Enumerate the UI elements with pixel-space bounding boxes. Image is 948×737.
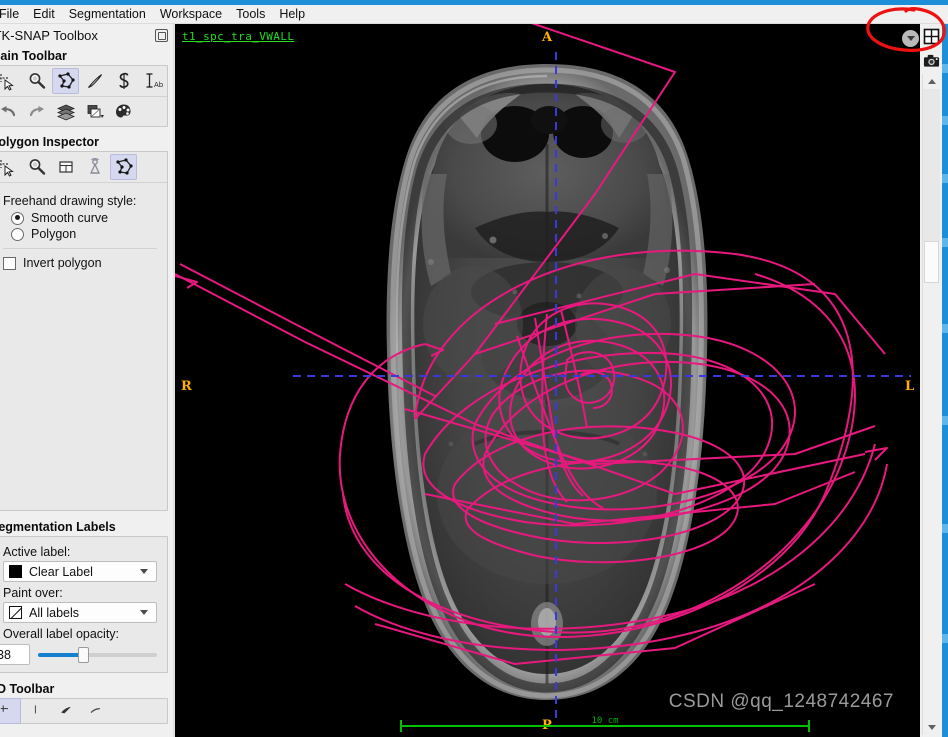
main-toolbar-title: Main Toolbar [0, 49, 67, 63]
label-editor-button[interactable] [110, 99, 137, 125]
viewport-menu-chevron-button[interactable] [902, 30, 919, 47]
float-window-icon[interactable] [155, 28, 168, 42]
opacity-caption: Overall label opacity: [3, 627, 120, 641]
active-label-caption: Active label: [3, 545, 71, 559]
menu-workspace[interactable]: Workspace [153, 5, 229, 24]
toolbar-3d-title: 3D Toolbar [0, 682, 55, 696]
orientation-marker-left: L [905, 379, 915, 394]
radio-smooth-curve-indicator [11, 211, 24, 225]
freehand-style-label: Freehand drawing style: [3, 194, 137, 208]
trackball-3d-button[interactable] [23, 698, 50, 724]
toolbox-title: ITK-SNAP Toolbox [0, 27, 98, 43]
opacity-slider[interactable] [38, 644, 157, 665]
paint-over-value: All labels [29, 605, 80, 620]
active-label-color-swatch [9, 565, 22, 578]
four-pane-layout-button[interactable] [920, 24, 942, 48]
scalpel-3d-button[interactable] [52, 698, 79, 724]
tab-crosshair[interactable] [0, 154, 21, 180]
viewport-scrollbar[interactable] [922, 74, 940, 735]
menu-segmentation[interactable]: Segmentation [62, 5, 153, 24]
tab-layers[interactable] [52, 154, 79, 180]
invert-polygon-label: Invert polygon [23, 256, 102, 270]
scrollbar-down-arrow[interactable] [923, 720, 940, 735]
snake-tool-button[interactable] [110, 68, 137, 94]
desktop-edge-strip [942, 24, 948, 737]
radio-smooth-curve-label: Smooth curve [31, 211, 109, 225]
scrollbar-page-up-region[interactable] [923, 89, 940, 241]
opacity-slider-fill [38, 653, 84, 657]
toolbar-3d-group [0, 698, 168, 724]
axial-slice-viewport[interactable]: t1_spc_tra_VWALL A P R L 10 cm CSDN @qq_… [175, 24, 920, 737]
tab-polygon[interactable] [110, 154, 137, 180]
invert-polygon-checkbox[interactable]: Invert polygon [3, 256, 162, 270]
chevron-down-icon [140, 610, 148, 615]
polygon-tool-button[interactable] [52, 68, 79, 94]
toolbar-3d-row [0, 698, 167, 724]
polygon-inspector-group: Freehand drawing style: Smooth curve Pol… [0, 151, 168, 511]
scale-bar-cap-left [400, 720, 402, 732]
radio-polygon-label: Polygon [31, 227, 77, 241]
scale-bar-cap-right [808, 720, 810, 732]
image-layer-name[interactable]: t1_spc_tra_VWALL [182, 30, 294, 43]
menu-edit[interactable]: Edit [26, 5, 62, 24]
scrollbar-up-arrow[interactable] [923, 74, 940, 89]
layer-inspector-button[interactable] [52, 99, 79, 125]
menubar: File Edit Segmentation Workspace Tools H… [0, 5, 948, 24]
active-label-value: Clear Label [29, 564, 93, 579]
opacity-slider-thumb[interactable] [78, 647, 90, 663]
triangle-up-icon [927, 79, 936, 84]
paint-over-swatch [9, 606, 22, 619]
paint-over-caption: Paint over: [3, 586, 63, 600]
radio-polygon[interactable]: Polygon [11, 227, 162, 241]
active-label-dropdown[interactable]: Clear Label [3, 561, 157, 582]
segmentation-labels-group: Active label: Clear Label Paint over: Al… [0, 536, 168, 673]
toolbox-panel: ITK-SNAP Toolbox Main Toolbar [0, 24, 175, 737]
chevron-down-icon [906, 36, 915, 41]
menu-file[interactable]: File [0, 5, 26, 24]
layer-overlay-button[interactable] [81, 99, 108, 125]
main-toolbar-group: Ab [0, 65, 168, 127]
right-rail [920, 24, 942, 737]
main-toolbar-row-2 [0, 96, 167, 126]
toolbox-header: ITK-SNAP Toolbox [0, 24, 175, 46]
tab-registration[interactable] [81, 154, 108, 180]
redo-button[interactable] [23, 99, 50, 125]
menu-tools[interactable]: Tools [229, 5, 272, 24]
radio-smooth-curve[interactable]: Smooth curve [11, 211, 162, 225]
invert-polygon-box [3, 256, 16, 270]
polygon-inspector-title: Polygon Inspector [0, 135, 100, 149]
mri-slice-render [175, 24, 920, 737]
orientation-marker-right: R [181, 379, 192, 394]
crosshair-3d-button[interactable] [0, 698, 21, 724]
chevron-down-icon [140, 569, 148, 574]
opacity-value-field[interactable]: 38 [0, 644, 30, 665]
opacity-controls: 38 [0, 644, 157, 665]
paint-over-dropdown[interactable]: All labels [3, 602, 157, 623]
inspector-empty-area [3, 270, 162, 502]
inspector-tabs [0, 152, 167, 182]
screenshot-camera-button[interactable] [920, 48, 942, 72]
annotation-tool-button[interactable]: Ab [139, 68, 166, 94]
tab-zoom[interactable] [23, 154, 50, 180]
scale-bar: 10 cm [400, 716, 810, 732]
itk-snap-window: File Edit Segmentation Workspace Tools H… [0, 0, 948, 737]
orientation-marker-anterior: A [542, 30, 553, 45]
main-toolbar-row-1: Ab [0, 66, 167, 96]
scrollbar-track[interactable] [923, 89, 940, 720]
inspector-divider [3, 248, 157, 249]
scale-bar-label: 10 cm [591, 716, 619, 726]
triangle-down-icon [927, 725, 936, 730]
svg-text:Ab: Ab [154, 81, 163, 89]
scrollbar-thumb[interactable] [924, 241, 939, 283]
menu-help[interactable]: Help [272, 5, 312, 24]
spray-3d-button[interactable] [81, 698, 108, 724]
paintbrush-tool-button[interactable] [81, 68, 108, 94]
undo-button[interactable] [0, 99, 21, 125]
crosshair-tool-button[interactable] [0, 68, 21, 94]
segmentation-labels-title: Segmentation Labels [0, 520, 116, 534]
zoom-pan-tool-button[interactable] [23, 68, 50, 94]
radio-polygon-indicator [11, 227, 24, 241]
